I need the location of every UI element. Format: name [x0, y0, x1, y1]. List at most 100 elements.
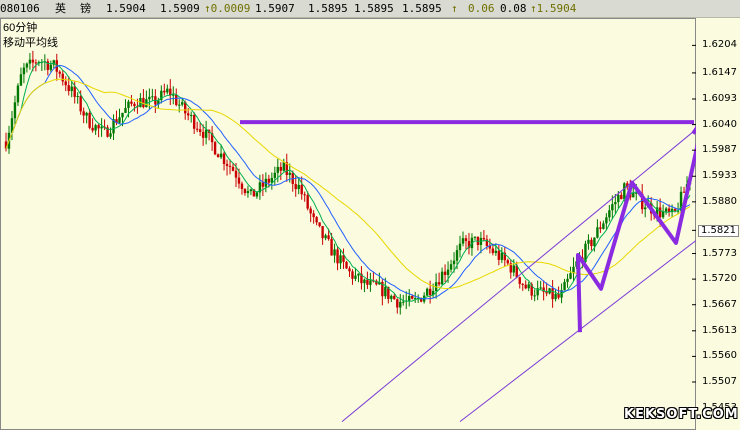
candle-body — [225, 163, 229, 166]
candle-body — [318, 222, 321, 227]
candle-body — [566, 278, 569, 282]
candle-body — [133, 103, 136, 107]
candle-body — [614, 202, 617, 205]
candle-body — [602, 223, 605, 229]
candle-body — [94, 125, 97, 131]
candle-body — [121, 112, 124, 118]
candle-body — [357, 273, 360, 276]
candle-body — [195, 128, 199, 130]
candle-body — [605, 217, 608, 224]
bid-price: 1.5895 — [354, 2, 394, 15]
watermark-logo: KEKSOFT.COM — [624, 407, 739, 422]
candle-body — [497, 250, 501, 260]
candle-body — [327, 235, 330, 240]
candle-body — [473, 236, 477, 238]
candle-body — [658, 207, 662, 218]
candle-body — [390, 295, 393, 299]
candle-body — [452, 260, 456, 265]
candle-body — [49, 64, 53, 70]
high-price: 1.5909 — [160, 2, 200, 15]
candle-body — [31, 59, 35, 63]
candle-body — [455, 250, 459, 261]
candle-body — [521, 283, 524, 285]
candle-body — [255, 192, 259, 197]
plot-frame — [0, 18, 696, 430]
candle-body — [13, 102, 17, 119]
candle-body — [315, 217, 318, 223]
candle-body — [402, 301, 405, 303]
candle-body — [97, 125, 100, 129]
candle-body — [249, 189, 253, 192]
y-axis-tick: 1.6147 — [702, 66, 737, 78]
candle-body — [623, 183, 626, 200]
candle-body — [351, 271, 354, 279]
candle-body — [231, 166, 235, 171]
candle-body — [234, 170, 238, 178]
up-arrow-icon: ↑ — [451, 2, 458, 15]
candle-body — [348, 268, 351, 272]
candle-body — [58, 71, 61, 74]
candle-body — [73, 86, 76, 97]
candle-body — [100, 126, 103, 129]
candle-body — [79, 96, 82, 112]
candle-body — [437, 282, 441, 285]
candle-body — [464, 238, 468, 242]
candle-body — [443, 271, 447, 275]
candle-body — [384, 286, 387, 297]
chart-legend: 60分钟 移动平均线 — [3, 21, 58, 51]
candle-body — [25, 63, 29, 68]
candle-body — [321, 226, 324, 239]
candle-body — [148, 96, 151, 100]
candle-body — [213, 142, 217, 155]
candle-body — [557, 293, 560, 298]
candle-body — [88, 112, 91, 128]
y-axis-tick: 1.5667 — [702, 298, 737, 310]
candle-body — [449, 264, 453, 270]
candle-body — [175, 94, 178, 106]
candle-body — [67, 85, 70, 92]
candle-body — [91, 127, 94, 131]
candle-body — [461, 238, 465, 244]
candle-body — [524, 284, 527, 289]
candle-body — [198, 129, 202, 132]
candle-body — [294, 184, 297, 190]
symbol-code: 080106 — [0, 2, 40, 15]
candle-body — [187, 113, 190, 116]
y-axis-tick: 1.5933 — [702, 170, 737, 182]
candle-body — [512, 265, 515, 273]
candle-body — [664, 208, 668, 212]
candle-body — [393, 295, 396, 300]
candle-body — [482, 237, 486, 240]
candle-body — [369, 280, 372, 285]
candle-body — [635, 192, 638, 194]
candle-body — [590, 239, 593, 247]
candle-body — [506, 260, 509, 264]
candle-body — [201, 131, 205, 138]
candle-body — [608, 210, 611, 218]
symbol-name-part-1: 英 — [55, 2, 66, 15]
candle-body — [593, 237, 596, 247]
candle-body — [345, 261, 348, 269]
candle-body — [288, 172, 291, 175]
price-chart[interactable] — [0, 18, 696, 430]
candle-body — [518, 277, 521, 284]
candle-body — [446, 269, 450, 275]
candle-body — [240, 183, 244, 189]
candle-body — [189, 115, 193, 117]
candle-body — [312, 213, 315, 218]
candle-body — [408, 295, 411, 301]
candle-body — [85, 112, 88, 116]
candle-body — [178, 104, 181, 106]
candle-body — [279, 166, 282, 171]
value-3: ↑1.5904 — [530, 2, 577, 15]
candle-body — [297, 184, 300, 190]
candle-body — [303, 194, 306, 196]
y-axis-tick: 1.5987 — [702, 144, 737, 156]
candle-body — [500, 252, 504, 260]
candle-body — [363, 279, 366, 284]
candle-body — [166, 88, 169, 93]
candle-body — [491, 248, 495, 253]
candle-body — [673, 208, 677, 211]
candle-body — [118, 117, 121, 123]
candle-body — [527, 284, 530, 289]
